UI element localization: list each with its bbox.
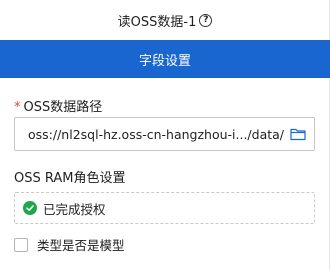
model-type-checkbox[interactable]	[14, 237, 28, 252]
tab-label: 字段设置	[138, 53, 191, 69]
model-type-option[interactable]: 类型是否是模型	[14, 235, 125, 254]
oss-path-label: * OSS数据路径	[14, 96, 102, 115]
panel-title: 读OSS数据-1	[117, 14, 197, 30]
tab-field-settings[interactable]: 字段设置	[0, 40, 330, 78]
settings-panel: 读OSS数据-1 ? 字段设置 * OSS数据路径 oss://nl2sql-hz…	[0, 0, 330, 270]
oss-path-value: oss://nl2sql-hz.oss-cn-hangzhou-i.../dat…	[28, 126, 285, 142]
check-circle-icon	[23, 201, 37, 215]
model-type-label: 类型是否是模型	[37, 238, 125, 253]
required-mark: *	[14, 100, 21, 115]
oss-path-label-text: OSS数据路径	[23, 100, 103, 115]
authorization-status-text: 已完成授权	[43, 201, 106, 217]
question-circle-icon[interactable]: ?	[199, 13, 213, 27]
authorization-status: 已完成授权	[14, 192, 315, 224]
ram-role-label: OSS RAM角色设置	[14, 171, 126, 186]
panel-header: 读OSS数据-1 ?	[0, 0, 330, 40]
oss-path-input[interactable]: oss://nl2sql-hz.oss-cn-hangzhou-i.../dat…	[14, 117, 315, 151]
folder-icon[interactable]	[290, 127, 306, 141]
